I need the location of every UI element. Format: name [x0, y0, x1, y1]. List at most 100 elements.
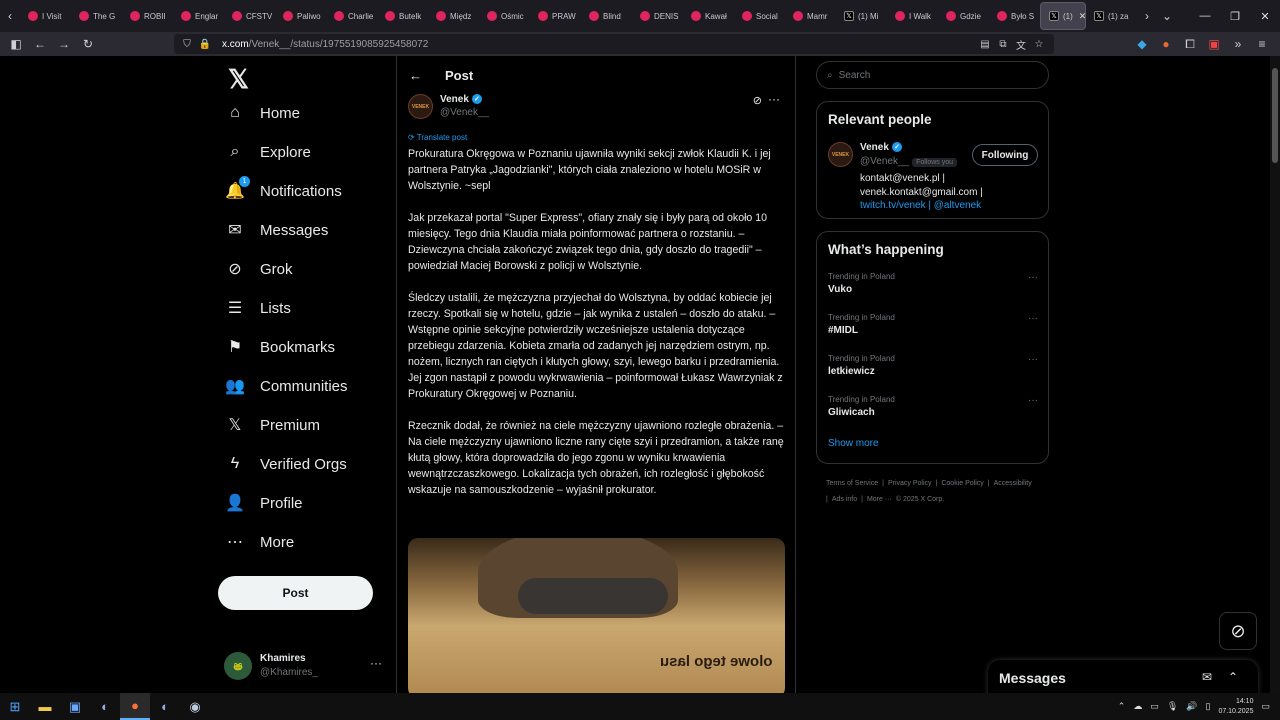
page-scrollbar[interactable] [1270, 56, 1280, 693]
bio-link-twitch[interactable]: twitch.tv/venek [860, 200, 926, 211]
trend-item[interactable]: Trending in Poland #MIDL ··· [828, 313, 1038, 336]
picture-in-picture-icon[interactable]: ⧉ [994, 39, 1012, 50]
browser-tab[interactable]: I Walk [887, 2, 938, 30]
x-logo-icon[interactable]: 𝕏 [228, 64, 249, 95]
restore-icon[interactable]: ❐ [1220, 0, 1250, 32]
author-handle[interactable]: @Venek__ [440, 107, 489, 118]
tab-list-dropdown-icon[interactable]: ⌄ [1157, 0, 1177, 32]
tab-active[interactable]: 𝕏 (1) ✕ [1040, 2, 1086, 30]
grok-explain-icon[interactable]: ⊘ [753, 94, 762, 107]
bookmark-star-icon[interactable]: ☆ [1030, 39, 1048, 50]
grok-float-button[interactable]: ⊘ [1219, 612, 1257, 650]
browser-tab[interactable]: Blind [581, 2, 632, 30]
browser-tab[interactable]: Paliwo [275, 2, 326, 30]
avatar[interactable]: VENEK [408, 94, 433, 119]
footer-link[interactable]: Cookie Policy [941, 480, 983, 487]
browser-tab[interactable]: Międz [428, 2, 479, 30]
volume-icon[interactable]: 🔊 [1186, 701, 1197, 712]
footer-link[interactable]: Ads info [832, 496, 857, 503]
messages-drawer[interactable]: Messages ✉ ⌃ [988, 660, 1258, 693]
nav-item-more[interactable]: ⋯ More [224, 523, 294, 561]
translate-icon[interactable]: 文 [1012, 37, 1030, 52]
reader-view-icon[interactable]: ▤ [976, 39, 994, 50]
file-explorer-icon[interactable]: ▬ [30, 693, 60, 720]
more-dots-icon[interactable]: ··· [370, 656, 382, 670]
browser-tab[interactable]: Kawał [683, 2, 734, 30]
footer-link[interactable]: Terms of Service [826, 480, 878, 487]
translate-post-link[interactable]: ⟳ Translate post [408, 133, 467, 142]
nav-item-bookmarks[interactable]: ⚑ Bookmarks [224, 328, 335, 366]
footer-link[interactable]: Accessibility [994, 480, 1032, 487]
show-more-link[interactable]: Show more [828, 438, 879, 449]
app-icon[interactable]: ◉ [180, 693, 210, 720]
browser-tab[interactable]: Ośmic [479, 2, 530, 30]
monitor-app-icon[interactable]: ▣ [60, 693, 90, 720]
minimize-icon[interactable]: — [1190, 0, 1220, 32]
search-input[interactable]: ⌕ Search [816, 61, 1049, 89]
footer-link[interactable]: © 2025 X Corp. [896, 496, 944, 503]
browser-tab[interactable]: DENIS [632, 2, 683, 30]
nav-item-explore[interactable]: ⌕ Explore [224, 133, 311, 171]
browser-tab[interactable]: Social [734, 2, 785, 30]
person-name[interactable]: Venek ✓ [860, 142, 902, 153]
browser-tab[interactable]: The G [71, 2, 122, 30]
scrollbar-thumb[interactable] [1272, 68, 1278, 163]
trend-item[interactable]: Trending in Poland Vuko ··· [828, 272, 1038, 295]
privacy-extension-icon[interactable]: ◆ [1130, 32, 1154, 56]
avatar[interactable]: VENEK [828, 142, 853, 167]
steam-alt-icon[interactable]: ◐ [150, 693, 180, 720]
nav-item-profile[interactable]: 👤 Profile [224, 484, 303, 522]
trend-item[interactable]: Trending in Poland letkiewicz ··· [828, 354, 1038, 377]
address-bar[interactable]: ⛉ 🔒 x.com/Venek__/status/197551908592545… [174, 34, 1054, 54]
browser-tab[interactable]: CFSTV [224, 2, 275, 30]
post-button[interactable]: Post [218, 576, 373, 610]
firefox-icon[interactable]: ● [120, 693, 150, 720]
browser-tab[interactable]: Charlie [326, 2, 377, 30]
following-button[interactable]: Following [972, 144, 1038, 166]
close-tab-icon[interactable]: ✕ [1079, 11, 1085, 22]
close-window-icon[interactable]: ✕ [1250, 0, 1280, 32]
more-dots-icon[interactable]: ··· [1028, 395, 1038, 406]
browser-tab[interactable]: ROBII [122, 2, 173, 30]
browser-tab[interactable]: Butelk [377, 2, 428, 30]
more-dots-icon[interactable]: ··· [768, 92, 780, 106]
nav-item-communities[interactable]: 👥 Communities [224, 367, 348, 405]
menu-icon[interactable]: ≡ [1250, 32, 1274, 56]
nav-item-premium[interactable]: 𝕏 Premium [224, 406, 320, 444]
shield-icon[interactable]: ⛉ [178, 39, 196, 50]
wifi-icon[interactable]: ▭ [1150, 701, 1159, 712]
account-switcher[interactable]: 🐸 Khamires @Khamires_ ··· [224, 646, 394, 686]
browser-tab[interactable]: Mamr [785, 2, 836, 30]
bio-link-alt[interactable]: @altvenek [934, 200, 981, 211]
back-icon[interactable]: ← [28, 32, 52, 56]
tabs-scroll-left-icon[interactable]: ‹ [0, 0, 20, 32]
browser-tab[interactable]: Englar [173, 2, 224, 30]
post-image[interactable]: olowe tego lasu [408, 538, 785, 693]
nav-item-home[interactable]: ⌂ Home [224, 94, 300, 132]
extensions-icon[interactable]: ⧠ [1178, 32, 1202, 56]
more-dots-icon[interactable]: ··· [1028, 272, 1038, 283]
clock[interactable]: 14:10 07.10.2025 [1218, 697, 1253, 717]
steam-icon[interactable]: ◐ [90, 693, 120, 720]
new-message-icon[interactable]: ✉ [1202, 670, 1212, 684]
more-dots-icon[interactable]: ··· [1028, 313, 1038, 324]
tabs-scroll-right-icon[interactable]: › [1137, 0, 1157, 32]
more-dots-icon[interactable]: ··· [1028, 354, 1038, 365]
overflow-chevrons-icon[interactable]: » [1226, 32, 1250, 56]
nav-item-messages[interactable]: ✉ Messages [224, 211, 328, 249]
notifications-icon[interactable]: ▭ [1261, 701, 1270, 712]
forward-icon[interactable]: → [52, 32, 76, 56]
browser-tab[interactable]: Było S [989, 2, 1040, 30]
trend-item[interactable]: Trending in Poland Gliwicach ··· [828, 395, 1038, 418]
nav-item-grok[interactable]: ⊘ Grok [224, 250, 292, 288]
lock-icon[interactable]: 🔒 [196, 39, 214, 50]
sidebar-toggle-icon[interactable]: ◧ [4, 32, 28, 56]
expand-chevron-icon[interactable]: ⌃ [1228, 670, 1238, 684]
browser-tab[interactable]: Gdzie [938, 2, 989, 30]
footer-link[interactable]: Privacy Policy [888, 480, 932, 487]
reload-icon[interactable]: ↻ [76, 32, 100, 56]
author-name[interactable]: Venek ✓ [440, 94, 482, 105]
footer-link[interactable]: More ··· [867, 496, 892, 503]
fox-extension-icon[interactable]: ● [1154, 32, 1178, 56]
nav-item-lists[interactable]: ☰ Lists [224, 289, 291, 327]
